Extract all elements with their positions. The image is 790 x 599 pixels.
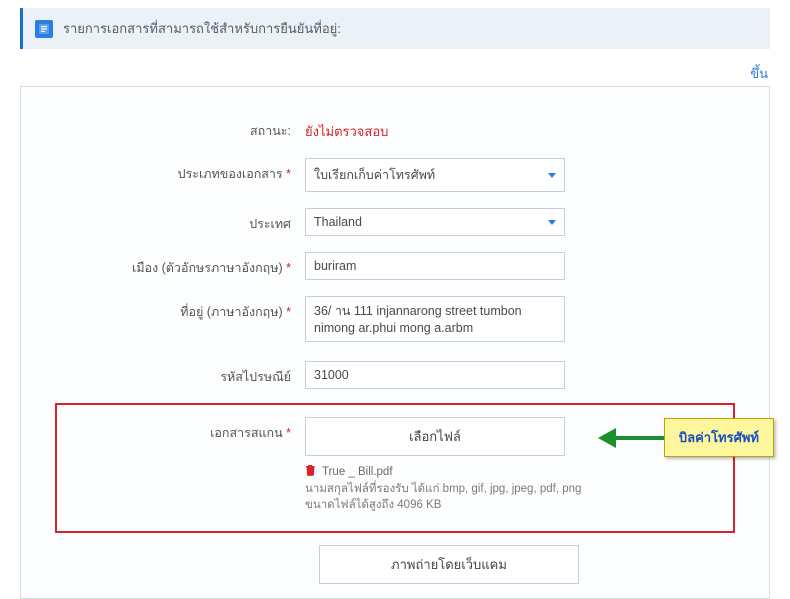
label-address: ที่อยู่ (ภาษาอังกฤษ) * — [55, 296, 305, 322]
label-postal: รหัสไปรษณีย์ — [55, 361, 305, 387]
form-panel: สถานะ: ยังไม่ตรวจสอบ ประเภทของเอกสาร * ใ… — [20, 86, 770, 599]
row-postal: รหัสไปรษณีย์ — [55, 361, 735, 389]
info-bar: รายการเอกสารที่สามารถใช้สำหรับการยืนยันท… — [20, 8, 770, 49]
chevron-down-icon — [548, 220, 556, 225]
row-doc-type: ประเภทของเอกสาร * ใบเรียกเก็บค่าโทรศัพท์ — [55, 158, 735, 192]
arrow-icon — [604, 429, 664, 447]
file-name: True _ Bill.pdf — [322, 466, 393, 478]
required-mark: * — [286, 261, 291, 275]
doc-type-select[interactable]: ใบเรียกเก็บค่าโทรศัพท์ — [305, 158, 565, 192]
chevron-down-icon — [548, 173, 556, 178]
file-name-row: True _ Bill.pdf — [305, 464, 605, 479]
required-mark: * — [286, 305, 291, 319]
label-scan: เอกสารสแกน * — [71, 417, 305, 443]
file-hint: นามสกุลไฟล์ที่รองรับ ได้แก่ bmp, gif, jp… — [305, 481, 605, 513]
row-country: ประเทศ Thailand — [55, 208, 735, 236]
address-input[interactable]: 36/ าน 111 injannarong street tumbon nim… — [305, 296, 565, 342]
row-status: สถานะ: ยังไม่ตรวจสอบ — [55, 115, 735, 142]
country-select[interactable]: Thailand — [305, 208, 565, 236]
city-input[interactable] — [305, 252, 565, 280]
webcam-button[interactable]: ภาพถ่ายโดยเว็บแคม — [319, 545, 579, 584]
doc-type-value: ใบเรียกเก็บค่าโทรศัพท์ — [314, 165, 435, 185]
choose-file-button[interactable]: เลือกไฟล์ — [305, 417, 565, 456]
label-city: เมือง (ตัวอักษรภาษาอังกฤษ) * — [55, 252, 305, 278]
country-value: Thailand — [314, 215, 362, 229]
row-city: เมือง (ตัวอักษรภาษาอังกฤษ) * — [55, 252, 735, 280]
label-doc-type: ประเภทของเอกสาร * — [55, 158, 305, 184]
label-country: ประเทศ — [55, 208, 305, 234]
required-mark: * — [286, 426, 291, 440]
scroll-top-link[interactable]: ขึ้น — [750, 66, 768, 81]
label-status: สถานะ: — [55, 115, 305, 141]
info-bar-text: รายการเอกสารที่สามารถใช้สำหรับการยืนยันท… — [63, 18, 341, 39]
trash-icon[interactable] — [305, 464, 316, 479]
postal-input[interactable] — [305, 361, 565, 389]
callout-bubble: บิลค่าโทรศัพท์ — [664, 418, 774, 457]
annotation-callout: บิลค่าโทรศัพท์ — [604, 418, 774, 457]
scroll-top-link-wrap: ขึ้น — [0, 63, 768, 84]
document-icon — [35, 20, 53, 38]
value-status: ยังไม่ตรวจสอบ — [305, 115, 735, 142]
required-mark: * — [286, 167, 291, 181]
file-info: True _ Bill.pdf นามสกุลไฟล์ที่รองรับ ได้… — [305, 464, 605, 513]
row-address: ที่อยู่ (ภาษาอังกฤษ) * 36/ าน 111 injann… — [55, 296, 735, 345]
